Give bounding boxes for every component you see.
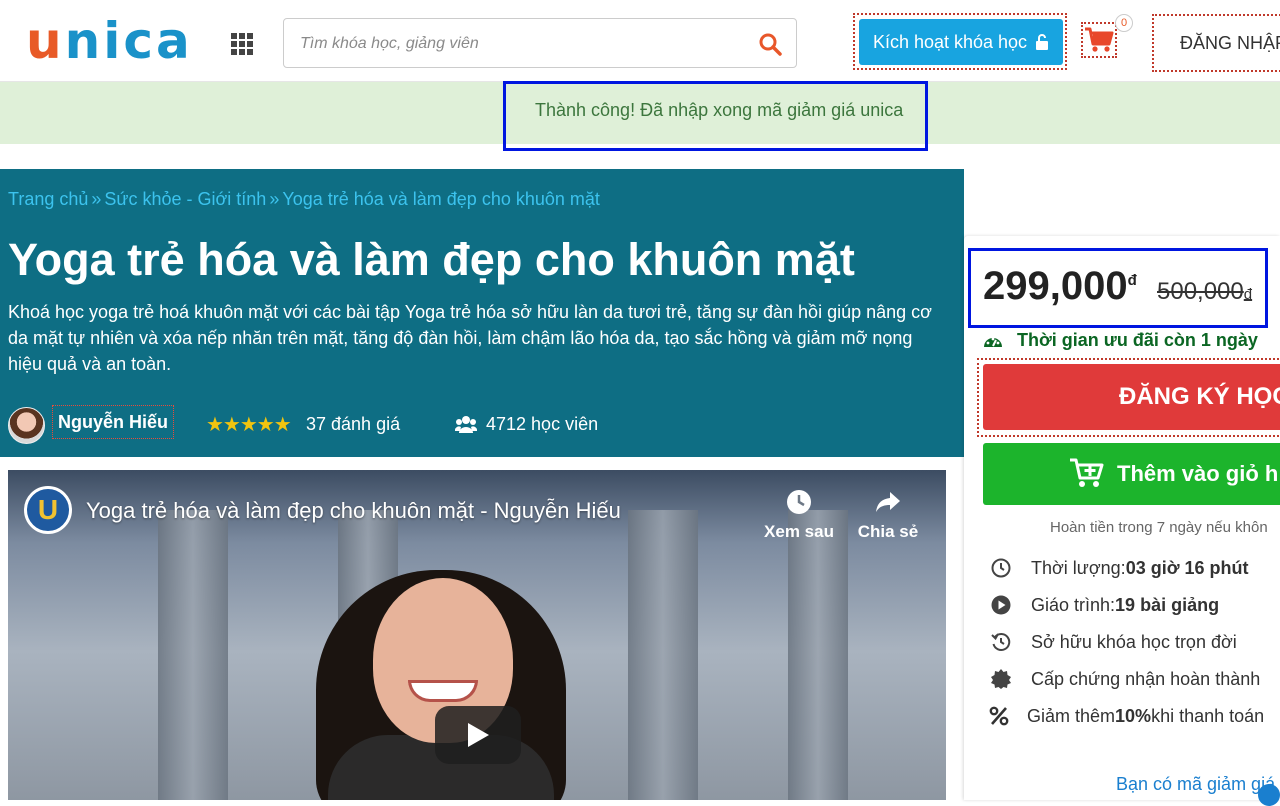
cart-plus-icon [1070,458,1104,487]
play-circle-icon [990,594,1012,616]
background-pillar [628,510,698,800]
cart-button[interactable] [1081,22,1117,58]
feature-discount: Giảm thêm 10% khi thanh toán [988,704,1264,728]
feature-lifetime-label: Sở hữu khóa học trọn đời [1031,631,1237,652]
refund-note: Hoàn tiền trong 7 ngày nếu khôn [1050,519,1268,536]
clock-icon [990,557,1012,579]
feature-duration: Thời lượng: 03 giờ 16 phút [990,556,1249,580]
search-icon[interactable] [758,32,782,56]
cart-icon [1085,27,1114,52]
feature-discount-suffix: khi thanh toán [1151,705,1265,726]
register-button[interactable]: ĐĂNG KÝ HỌC [983,364,1280,430]
student-count: 4712 học viên [486,414,599,434]
breadcrumb: Trang chủ» Sức khỏe - Giới tính» Yoga trẻ … [8,189,600,210]
login-button[interactable]: ĐĂNG NHẬP [1152,14,1280,72]
rating-count: 37 đánh giá [306,414,401,434]
course-title: Yoga trẻ hóa và làm đẹp cho khuôn mặt [8,234,855,285]
unlock-icon [1036,34,1049,50]
history-icon [990,631,1012,653]
breadcrumb-category[interactable]: Sức khỏe - Giới tính [104,189,266,209]
watch-later-button[interactable]: Xem sau [759,488,839,542]
breadcrumb-separator: » [91,189,102,209]
breadcrumb-separator: » [269,189,280,209]
share-icon [876,492,900,512]
background-pillar [158,510,228,800]
certificate-badge-icon [990,668,1012,690]
speedometer-icon [984,337,1002,347]
clock-icon [787,490,811,514]
video-channel-logo[interactable]: U [24,486,72,534]
play-icon [468,723,489,747]
promo-text: Thời gian ưu đãi còn 1 ngày [1017,330,1258,350]
currency-symbol: đ [1127,272,1137,289]
chat-widget-button[interactable] [1258,784,1280,806]
coupon-code-link[interactable]: Bạn có mã giảm giá [1116,774,1275,795]
success-message: Thành công! Đã nhập xong mã giảm giá uni… [535,100,904,120]
author-name[interactable]: Nguyễn Hiếu [52,405,174,439]
promo-countdown: Thời gian ưu đãi còn 1 ngày [983,330,1258,351]
breadcrumb-home[interactable]: Trang chủ [8,189,88,209]
cart-count-badge: 0 [1115,14,1133,32]
play-button[interactable] [435,706,521,764]
original-price-value: 500,000 [1157,278,1244,305]
login-label: ĐĂNG NHẬP [1180,32,1280,53]
category-grid-icon[interactable] [231,33,253,55]
watch-later-label: Xem sau [764,522,834,541]
share-button[interactable]: Chia sẻ [848,488,928,542]
feature-curriculum-label: Giáo trình: [1031,594,1116,615]
instructor-smile [408,680,478,702]
currency-symbol: đ [1243,286,1253,303]
background-pillar [788,510,848,800]
search-input[interactable] [300,32,740,56]
add-to-cart-button[interactable]: Thêm vào giỏ h [983,443,1280,505]
site-header: unica Kích hoạt khóa học 0 ĐĂNG NHẬP [0,0,1280,82]
video-title[interactable]: Yoga trẻ hóa và làm đẹp cho khuôn mặt - … [86,498,621,524]
feature-discount-value: 10% [1115,705,1152,726]
feature-certificate: Cấp chứng nhận hoàn thành [990,667,1260,691]
search-box [283,18,797,68]
feature-curriculum: Giáo trình: 19 bài giảng [990,593,1219,617]
activate-course-button[interactable]: Kích hoạt khóa học [859,19,1063,65]
breadcrumb-current[interactable]: Yoga trẻ hóa và làm đẹp cho khuôn mặt [282,189,600,209]
feature-certificate-label: Cấp chứng nhận hoàn thành [1031,668,1261,689]
percent-icon [988,705,1010,727]
course-video-player[interactable]: U Yoga trẻ hóa và làm đẹp cho khuôn mặt … [8,470,946,800]
activate-course-label: Kích hoạt khóa học [872,31,1028,52]
unica-logo[interactable]: unica [26,16,193,66]
rating-stars-icon: ★★★★★ [206,414,292,436]
current-price: 299,000đ [983,264,1137,309]
author-avatar[interactable] [8,407,45,444]
feature-duration-value: 03 giờ 16 phút [1125,557,1249,578]
course-meta: Nguyễn Hiếu ★★★★★ 37 đánh giá 4712 học v… [8,405,948,445]
feature-duration-label: Thời lượng: [1031,557,1126,578]
feature-discount-label: Giảm thêm [1027,705,1116,726]
activate-course-highlight: Kích hoạt khóa học [853,13,1067,70]
add-to-cart-label: Thêm vào giỏ h [1117,461,1279,486]
course-description: Khoá học yoga trẻ hoá khuôn mặt với các … [8,302,932,374]
feature-lifetime: Sở hữu khóa học trọn đời [990,630,1237,654]
share-label: Chia sẻ [857,522,919,541]
students-icon [455,416,477,433]
feature-curriculum-value: 19 bài giảng [1115,594,1220,615]
register-label: ĐĂNG KÝ HỌC [1119,383,1280,410]
original-price: 500,000đ [1157,278,1252,306]
current-price-value: 299,000 [983,264,1128,308]
